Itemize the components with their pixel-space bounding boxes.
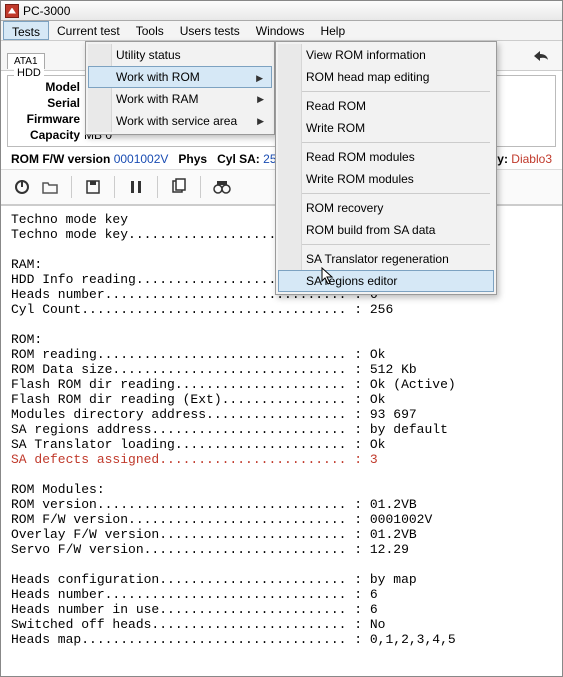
find-button[interactable]	[209, 174, 235, 200]
cyl-sa-label: Cyl SA:	[217, 152, 260, 166]
log-line: Flash ROM dir reading (Ext).............…	[11, 392, 552, 407]
open-button[interactable]	[37, 174, 63, 200]
hdd-capacity-label: Capacity	[16, 127, 80, 143]
dropdown-tests: Utility status Work with ROM Work with R…	[85, 41, 275, 135]
hdd-serial-label: Serial	[16, 95, 80, 111]
separator	[282, 142, 490, 143]
rom-fw-label: ROM F/W version	[11, 152, 110, 166]
separator	[200, 176, 201, 198]
log-line: Switched off heads......................…	[11, 617, 552, 632]
log-line: Modules directory address...............…	[11, 407, 552, 422]
separator	[157, 176, 158, 198]
save-button[interactable]	[80, 174, 106, 200]
separator	[71, 176, 72, 198]
power-icon	[13, 178, 31, 196]
app-title: PC-3000	[23, 4, 70, 18]
log-line: Flash ROM dir reading...................…	[11, 377, 552, 392]
app-icon	[5, 4, 19, 18]
log-line: ROM F/W version.........................…	[11, 512, 552, 527]
log-line	[11, 467, 552, 482]
mi-rom-recovery[interactable]: ROM recovery	[278, 197, 494, 219]
log-line: Cyl Count...............................…	[11, 302, 552, 317]
log-line: Heads configuration.....................…	[11, 572, 552, 587]
mi-write-rom-modules[interactable]: Write ROM modules	[278, 168, 494, 190]
mi-rom-build-sa[interactable]: ROM build from SA data	[278, 219, 494, 241]
menubar: Tests Current test Tools Users tests Win…	[1, 21, 562, 41]
copy-icon	[170, 178, 188, 196]
mi-sa-regions-editor[interactable]: SA regions editor	[278, 270, 494, 292]
folder-open-icon	[41, 178, 59, 196]
phys-label: Phys	[178, 152, 207, 166]
log-line: Heads number............................…	[11, 587, 552, 602]
log-line: ROM reading.............................…	[11, 347, 552, 362]
mi-work-with-sa[interactable]: Work with service area	[88, 110, 272, 132]
log-line: Heads map...............................…	[11, 632, 552, 647]
mi-write-rom[interactable]: Write ROM	[278, 117, 494, 139]
mi-view-rom-info[interactable]: View ROM information	[278, 44, 494, 66]
mi-rom-head-map[interactable]: ROM head map editing	[278, 66, 494, 88]
mi-work-with-ram[interactable]: Work with RAM	[88, 88, 272, 110]
log-line: ROM version.............................…	[11, 497, 552, 512]
log-line	[11, 557, 552, 572]
copy-button[interactable]	[166, 174, 192, 200]
nav-back-button[interactable]	[526, 49, 556, 63]
menu-windows[interactable]: Windows	[248, 21, 313, 40]
mi-read-rom-modules[interactable]: Read ROM modules	[278, 146, 494, 168]
log-line: SA Translator loading...................…	[11, 437, 552, 452]
mi-sa-translator[interactable]: SA Translator regeneration	[278, 248, 494, 270]
log-line: Servo F/W version.......................…	[11, 542, 552, 557]
log-line: Overlay F/W version.....................…	[11, 527, 552, 542]
log-line: ROM Data size...........................…	[11, 362, 552, 377]
mi-utility-status[interactable]: Utility status	[88, 44, 272, 66]
mi-read-rom[interactable]: Read ROM	[278, 95, 494, 117]
separator	[282, 244, 490, 245]
power-button[interactable]	[9, 174, 35, 200]
menu-tools[interactable]: Tools	[128, 21, 172, 40]
save-icon	[84, 178, 102, 196]
log-line: ROM Modules:	[11, 482, 552, 497]
menu-help[interactable]: Help	[312, 21, 353, 40]
pause-button[interactable]	[123, 174, 149, 200]
menu-tests[interactable]: Tests	[3, 21, 49, 40]
menu-current-test[interactable]: Current test	[49, 21, 128, 40]
menu-users-tests[interactable]: Users tests	[172, 21, 248, 40]
log-line: Heads number in use.....................…	[11, 602, 552, 617]
arrow-left-curve-icon	[532, 49, 550, 63]
separator	[114, 176, 115, 198]
rom-fw-value: 0001002V	[114, 152, 169, 166]
mi-work-with-rom[interactable]: Work with ROM	[88, 66, 272, 88]
log-line	[11, 317, 552, 332]
pause-icon	[129, 180, 143, 194]
dropdown-rom: View ROM information ROM head map editin…	[275, 41, 497, 295]
log-line: ROM:	[11, 332, 552, 347]
binoculars-icon	[213, 178, 231, 196]
hdd-legend: HDD	[14, 67, 44, 79]
hdd-model-label: Model	[16, 79, 80, 95]
log-line: SA defects assigned.....................…	[11, 452, 552, 467]
separator	[282, 193, 490, 194]
title-bar: PC-3000	[1, 1, 562, 21]
hdd-firmware-label: Firmware	[16, 111, 80, 127]
family-value: Diablo3	[511, 152, 552, 166]
log-line: SA regions address......................…	[11, 422, 552, 437]
separator	[282, 91, 490, 92]
